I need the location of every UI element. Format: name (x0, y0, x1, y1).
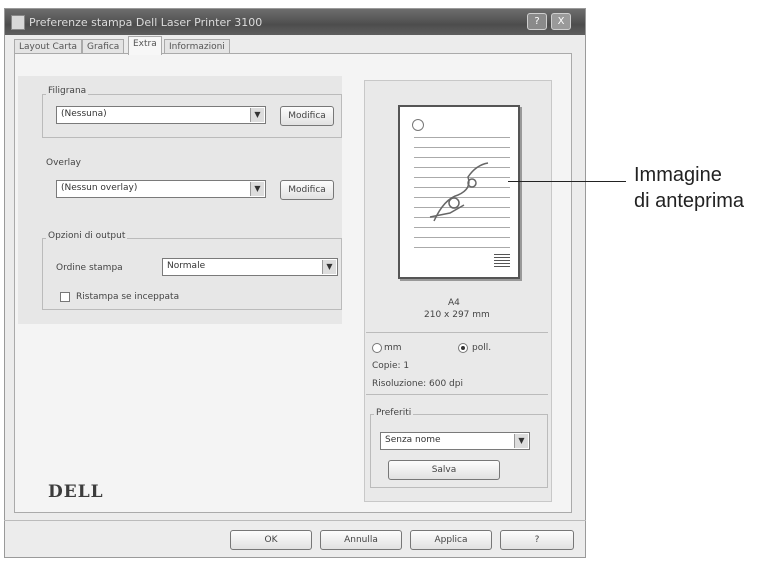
watermark-select[interactable]: (Nessuna) ▼ (56, 106, 266, 124)
reprint-checkbox[interactable] (60, 292, 70, 302)
tab-extra[interactable]: Extra (128, 36, 162, 55)
paper-size: 210 x 297 mm (424, 310, 490, 320)
unit-inch-label: mm (384, 343, 402, 353)
preview-image (398, 105, 520, 279)
print-order-label: Ordine stampa (56, 263, 123, 273)
ok-button[interactable]: OK (230, 530, 312, 550)
apply-button[interactable]: Applica (410, 530, 492, 550)
watermark-group-label: Filigrana (46, 86, 89, 96)
unit-mm-label: poll. (472, 343, 492, 353)
dell-logo: DELL (48, 482, 104, 502)
overlay-edit-button[interactable]: Modifica (280, 180, 334, 200)
overlay-group-label: Overlay (46, 158, 81, 168)
watermark-value: (Nessuna) (61, 109, 107, 119)
help-button[interactable]: ? (500, 530, 574, 550)
favorites-select[interactable]: Senza nome ▼ (380, 432, 530, 450)
callout-label-line1: Immagine (634, 164, 722, 186)
close-button[interactable]: X (551, 13, 571, 30)
print-order-value: Normale (167, 261, 206, 271)
chevron-down-icon: ▼ (250, 108, 264, 122)
output-options-group-label: Opzioni di output (46, 231, 128, 241)
help-title-button[interactable]: ? (527, 13, 547, 30)
paper-name: A4 (448, 298, 460, 308)
barcode-icon (494, 253, 510, 267)
favorites-group-label: Preferiti (374, 408, 414, 418)
watermark-graphic-icon (429, 162, 489, 222)
watermark-edit-button[interactable]: Modifica (280, 106, 334, 126)
reprint-label: Ristampa se inceppata (76, 292, 180, 302)
favorites-save-button[interactable]: Salva (388, 460, 500, 480)
print-order-select[interactable]: Normale ▼ (162, 258, 338, 276)
unit-inch-radio[interactable] (372, 343, 382, 353)
cancel-button[interactable]: Annulla (320, 530, 402, 550)
stamp-circle-icon (412, 119, 424, 131)
printer-icon (11, 15, 25, 30)
chevron-down-icon: ▼ (322, 260, 336, 274)
chevron-down-icon: ▼ (250, 182, 264, 196)
window-title: Preferenze stampa Dell Laser Printer 310… (29, 16, 263, 29)
favorites-value: Senza nome (385, 435, 441, 445)
overlay-value: (Nessun overlay) (61, 183, 138, 193)
overlay-select[interactable]: (Nessun overlay) ▼ (56, 180, 266, 198)
copies-text: Copie: 1 (372, 361, 410, 371)
callout-label-line2: di anteprima (634, 190, 745, 212)
unit-mm-radio[interactable] (458, 343, 468, 353)
resolution-text: Risoluzione: 600 dpi (372, 379, 463, 389)
chevron-down-icon: ▼ (514, 434, 528, 448)
title-bar: Preferenze stampa Dell Laser Printer 310… (5, 9, 585, 35)
callout-line (508, 181, 626, 182)
